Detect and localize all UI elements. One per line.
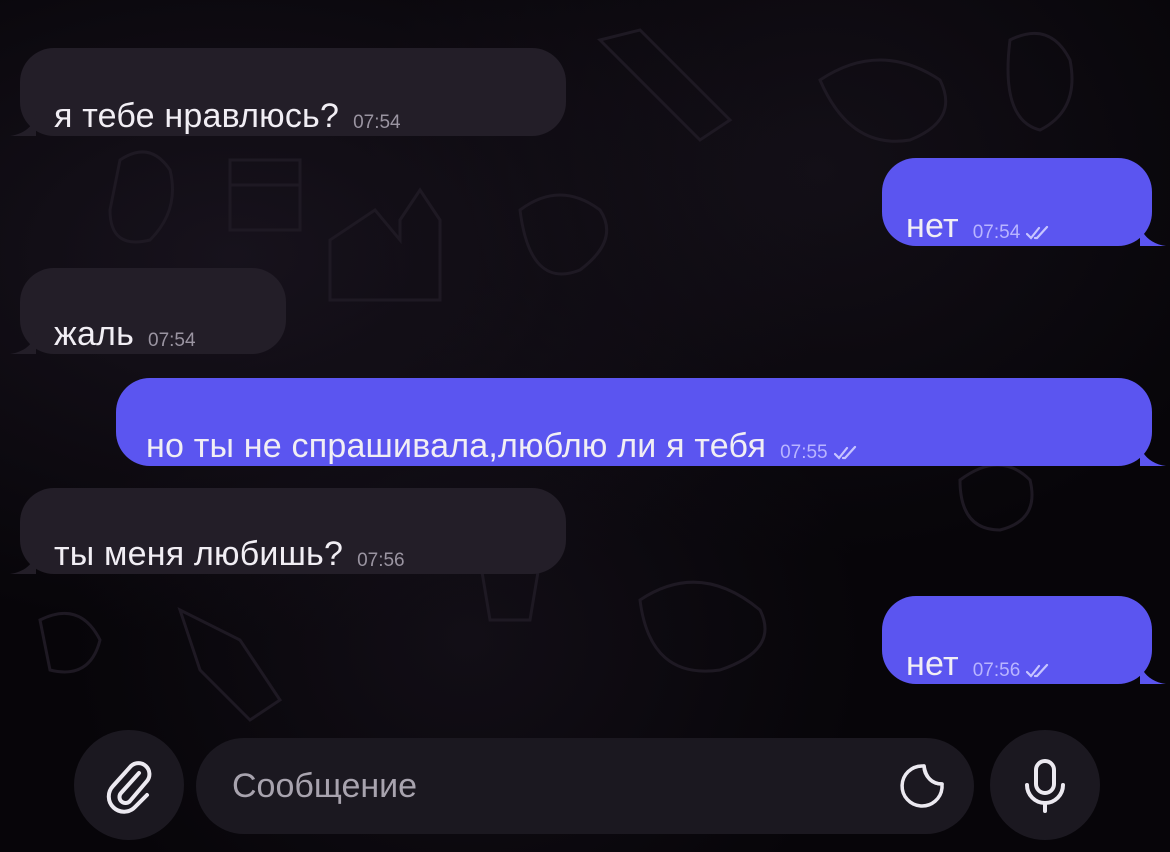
bubble-tail bbox=[10, 552, 36, 574]
message-meta: 07:56 bbox=[973, 660, 1053, 682]
message-time: 07:56 bbox=[972, 660, 1021, 681]
sticker-icon[interactable] bbox=[896, 760, 948, 812]
message-time: 07:54 bbox=[148, 330, 196, 351]
attach-button[interactable] bbox=[74, 730, 184, 840]
message-meta: 07:56 bbox=[357, 550, 405, 572]
message-time: 07:55 bbox=[780, 442, 828, 463]
message-incoming[interactable]: я тебе нравлюсь? 07:54 bbox=[10, 48, 566, 136]
message-outgoing[interactable]: но ты не спрашивала,люблю ли я тебя 07:5… bbox=[116, 378, 1166, 466]
bubble-tail bbox=[10, 332, 36, 354]
message-time: 07:56 bbox=[357, 550, 405, 571]
voice-record-button[interactable] bbox=[990, 730, 1100, 840]
double-check-icon bbox=[1026, 225, 1049, 240]
paperclip-icon bbox=[106, 761, 152, 814]
double-check-icon bbox=[833, 445, 856, 460]
message-text: я тебе нравлюсь? bbox=[54, 97, 340, 135]
double-check-icon bbox=[1026, 663, 1049, 678]
message-time: 07:54 bbox=[353, 112, 401, 133]
message-text: но ты не спрашивала,люблю ли я тебя bbox=[146, 427, 767, 465]
message-input[interactable] bbox=[230, 765, 834, 807]
message-time: 07:54 bbox=[972, 222, 1021, 243]
bubble-tail bbox=[1140, 444, 1166, 466]
bubble-tail bbox=[1140, 224, 1166, 246]
message-incoming[interactable]: ты меня любишь? 07:56 bbox=[10, 488, 566, 574]
message-meta: 07:54 bbox=[973, 222, 1053, 244]
message-meta: 07:54 bbox=[353, 112, 401, 134]
message-input-container[interactable] bbox=[196, 738, 974, 834]
message-composer bbox=[0, 708, 1170, 852]
bubble-tail bbox=[10, 114, 36, 136]
message-text: жаль bbox=[54, 315, 135, 353]
bubble-tail bbox=[1140, 662, 1166, 684]
message-text: ты меня любишь? bbox=[54, 535, 344, 573]
microphone-icon bbox=[1025, 759, 1065, 813]
message-meta: 07:54 bbox=[148, 330, 196, 352]
message-text: нет bbox=[906, 207, 959, 245]
message-incoming[interactable]: жаль 07:54 bbox=[10, 268, 286, 354]
message-outgoing[interactable]: нет 07:56 bbox=[882, 596, 1166, 684]
message-outgoing[interactable]: нет 07:54 bbox=[882, 158, 1166, 246]
message-meta: 07:55 bbox=[780, 442, 860, 464]
message-text: нет bbox=[906, 645, 959, 683]
